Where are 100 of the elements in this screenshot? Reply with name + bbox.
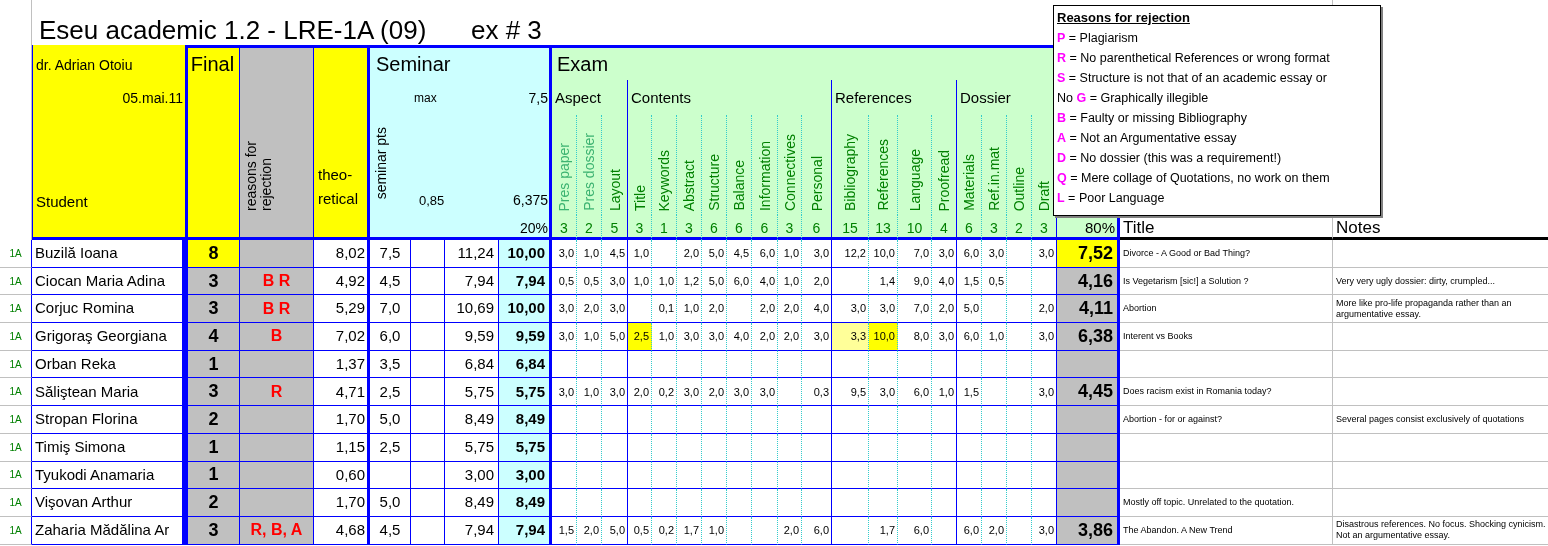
weight-label: 2 <box>1015 220 1023 235</box>
table-cell <box>869 461 898 490</box>
table-cell <box>1007 516 1032 545</box>
sheet-title: Eseu academic 1.2 - LRE-1A (09) <box>38 17 427 45</box>
table-cell: 4,5 <box>727 240 752 268</box>
column-group-header: Dossier <box>960 90 1011 105</box>
table-cell <box>411 295 445 324</box>
table-cell: 3,0 <box>602 378 628 407</box>
table-cell: 6,0 <box>898 516 932 545</box>
table-cell: 3,0 <box>932 240 957 268</box>
table-cell: 2,0 <box>982 516 1007 545</box>
grade-cell: 4 <box>185 323 240 351</box>
table-cell <box>957 350 982 379</box>
table-cell <box>752 516 778 545</box>
table-cell <box>577 461 602 490</box>
table-cell <box>652 350 677 379</box>
legend-entry: A = Not an Argumentative essay <box>1057 130 1237 147</box>
table-cell <box>1007 295 1032 324</box>
table-cell: 1A <box>0 433 32 462</box>
table-cell: 1,15 <box>314 433 370 462</box>
table-cell: 6,84 <box>499 350 552 379</box>
table-cell: 1,2 <box>677 267 702 296</box>
table-cell: 5,0 <box>957 295 982 324</box>
column-header: Keywords <box>657 149 671 211</box>
table-cell <box>982 489 1007 517</box>
table-cell <box>552 489 577 517</box>
weight-label: 3 <box>635 220 644 235</box>
table-cell <box>802 489 832 517</box>
table-cell: 2,5 <box>628 323 652 351</box>
table-cell: 3,0 <box>602 267 628 296</box>
table-cell: 6,0 <box>752 240 778 268</box>
weight-label: 3 <box>990 220 998 235</box>
table-cell <box>957 461 982 490</box>
column-header: Abstract <box>682 159 696 211</box>
grade-cell: 3 <box>185 516 240 545</box>
legend-entry: D = No dossier (this was a requirement!) <box>1057 150 1282 167</box>
table-cell <box>752 461 778 490</box>
table-cell: 2,0 <box>778 516 802 545</box>
table-cell <box>702 406 727 434</box>
table-cell <box>727 461 752 490</box>
table-cell <box>411 461 445 490</box>
table-cell: 4,0 <box>752 267 778 296</box>
grade-cell: 3 <box>185 378 240 407</box>
table-cell <box>370 461 411 490</box>
table-cell: 6,0 <box>802 516 832 545</box>
grade-cell: 2 <box>185 406 240 434</box>
table-cell: 3,0 <box>802 240 832 268</box>
table-cell <box>778 350 802 379</box>
table-cell: 1,4 <box>869 267 898 296</box>
column-header: reasons for rejection <box>244 139 274 211</box>
column-header: Structure <box>707 154 721 211</box>
total-cell: 4,11 <box>1057 295 1120 324</box>
column-header: Pres paper <box>557 142 571 211</box>
legend-entry: L = Poor Language <box>1057 190 1165 207</box>
table-cell: 1,5 <box>552 516 577 545</box>
table-cell: 1A <box>0 406 32 434</box>
table-cell <box>411 433 445 462</box>
table-cell: 3,0 <box>677 323 702 351</box>
table-cell: Very very ugly dossier: dirty, crumpled... <box>1333 267 1548 296</box>
table-cell: 1,7 <box>869 516 898 545</box>
table-cell <box>577 350 602 379</box>
column-header: Title <box>632 185 647 211</box>
total-cell: 3,86 <box>1057 516 1120 545</box>
table-cell <box>802 461 832 490</box>
table-cell: 7,02 <box>314 323 370 351</box>
table-cell <box>802 406 832 434</box>
table-cell <box>552 461 577 490</box>
column-header: Pres dossier <box>582 133 596 211</box>
table-cell: 1,70 <box>314 489 370 517</box>
table-cell <box>898 406 932 434</box>
table-cell <box>628 489 652 517</box>
table-cell: 1,0 <box>778 240 802 268</box>
table-cell <box>727 350 752 379</box>
table-cell: 1,37 <box>314 350 370 379</box>
table-cell: 3,0 <box>552 323 577 351</box>
column-header: theo-retical <box>317 165 359 209</box>
table-cell: 1,7 <box>677 516 702 545</box>
table-cell <box>652 489 677 517</box>
weight-label: 15 <box>842 220 858 235</box>
grade-cell: 1 <box>185 433 240 462</box>
table-cell <box>727 433 752 462</box>
table-cell: 1,0 <box>702 516 727 545</box>
table-cell <box>957 433 982 462</box>
table-cell: 1A <box>0 240 32 268</box>
table-cell: 1A <box>0 267 32 296</box>
table-cell: 1,0 <box>628 267 652 296</box>
table-cell: 2,0 <box>677 240 702 268</box>
table-cell: 0,5 <box>628 516 652 545</box>
column-header: Materials <box>962 154 976 211</box>
table-cell <box>802 433 832 462</box>
table-cell <box>898 433 932 462</box>
table-cell: 10,00 <box>499 240 552 268</box>
table-cell: 5,0 <box>602 516 628 545</box>
legend-entry: S = Structure is not that of an academic essay or <box>1057 70 1327 87</box>
table-cell: 1,5 <box>957 378 982 407</box>
table-cell <box>577 406 602 434</box>
table-cell: 4,5 <box>602 240 628 268</box>
table-cell <box>778 433 802 462</box>
table-cell <box>628 433 652 462</box>
table-cell: 1,0 <box>577 378 602 407</box>
